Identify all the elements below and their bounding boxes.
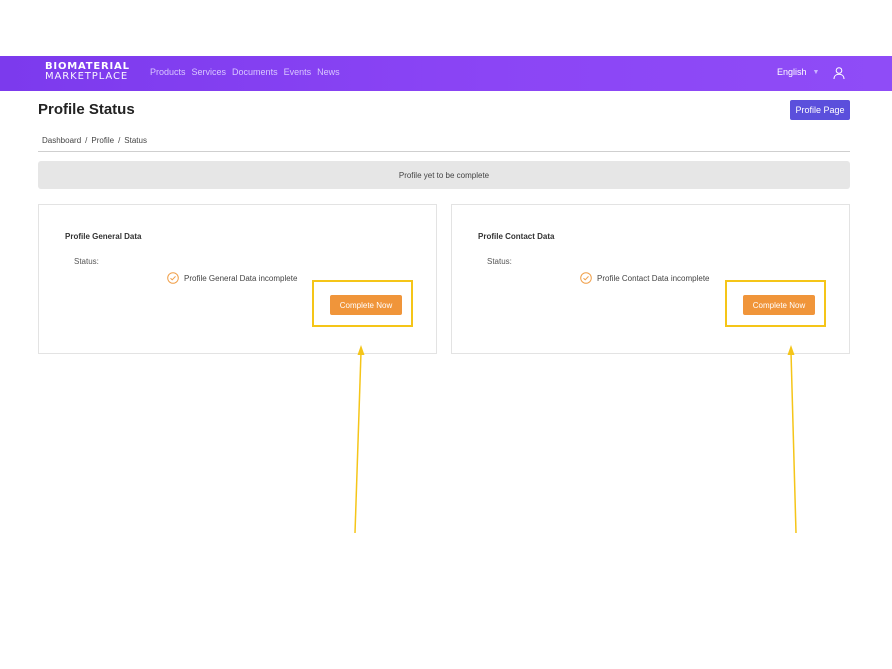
language-label: English [777,67,807,77]
breadcrumb-dashboard[interactable]: Dashboard [42,136,81,145]
check-circle-icon [580,272,592,284]
profile-contact-data-card: Profile Contact Data Status: Profile Con… [451,204,850,354]
brand-line-2: MARKETPLACE [45,71,129,82]
nav-link-events[interactable]: Events [284,67,312,77]
profile-page-button[interactable]: Profile Page [790,100,850,120]
status-row: Profile General Data incomplete [167,272,297,284]
top-navbar: BIOMATERIAL MARKETPLACE Products Service… [0,56,892,91]
nav-link-news[interactable]: News [317,67,340,77]
page-title: Profile Status [38,101,135,118]
header-divider [38,151,850,152]
user-icon[interactable] [832,66,846,80]
breadcrumb-profile[interactable]: Profile [91,136,114,145]
breadcrumb-separator: / [118,136,121,145]
arrow-up-icon [354,345,365,534]
card-title: Profile Contact Data [478,232,555,241]
complete-now-button[interactable]: Complete Now [330,295,402,315]
nav-link-services[interactable]: Services [192,67,227,77]
nav-link-products[interactable]: Products [150,67,186,77]
status-row: Profile Contact Data incomplete [580,272,710,284]
page: BIOMATERIAL MARKETPLACE Products Service… [0,0,892,669]
status-text: Profile General Data incomplete [184,273,298,283]
nav-link-documents[interactable]: Documents [232,67,278,77]
status-label: Status: [74,257,99,266]
check-circle-icon [167,272,179,284]
brand-logo[interactable]: BIOMATERIAL MARKETPLACE [45,62,130,82]
alert-text: Profile yet to be complete [398,170,490,180]
breadcrumb-separator: / [85,136,88,145]
language-selector[interactable]: English ▼ [777,67,819,77]
breadcrumb: Dashboard / Profile / Status [42,136,147,145]
arrow-up-icon [787,345,797,534]
profile-incomplete-alert: Profile yet to be complete [38,161,850,189]
complete-now-button[interactable]: Complete Now [743,295,815,315]
main-nav: Products Services Documents Events News [150,67,340,77]
breadcrumb-status: Status [124,136,147,145]
status-label: Status: [487,257,512,266]
chevron-down-icon: ▼ [812,68,820,76]
card-title: Profile General Data [65,232,142,241]
profile-general-data-card: Profile General Data Status: Profile Gen… [38,204,437,354]
status-text: Profile Contact Data incomplete [597,273,710,283]
